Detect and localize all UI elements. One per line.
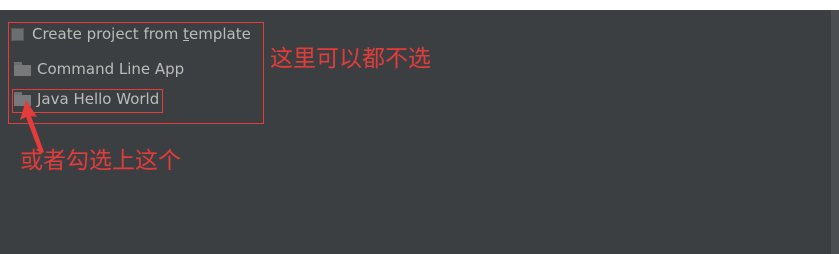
create-from-template-row[interactable]: Create project from template [11,24,251,44]
create-from-template-checkbox[interactable] [11,27,24,41]
create-from-template-label[interactable]: Create project from template [32,24,251,44]
right-edge-shade [831,10,839,254]
template-item-label: Command Line App [37,60,185,78]
folder-icon [14,62,31,76]
annotation-arrow-icon [20,100,44,154]
top-white-strip [0,0,839,10]
annotation-note-select-none: 这里可以都不选 [270,46,431,72]
template-item-command-line-app[interactable]: Command Line App [14,58,184,80]
